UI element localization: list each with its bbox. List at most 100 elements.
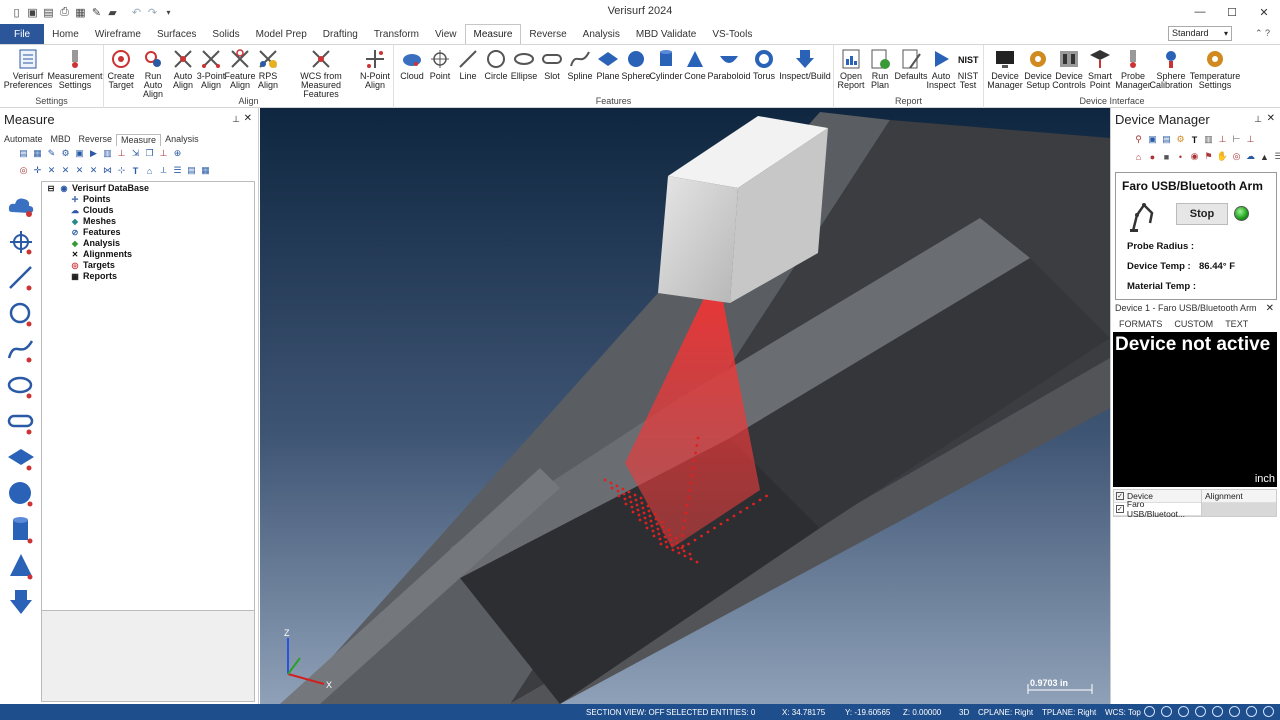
device-row-alignment[interactable] bbox=[1202, 502, 1276, 516]
target-icon[interactable]: ◎ bbox=[1231, 151, 1242, 162]
crosshair-icon[interactable]: ✛ bbox=[32, 165, 43, 176]
plane-tool[interactable] bbox=[4, 440, 38, 476]
temperature-settings-button[interactable]: Temperature Settings bbox=[1190, 48, 1240, 90]
probe-two-icon[interactable]: ⊥ bbox=[158, 148, 169, 159]
record-icon[interactable]: ● bbox=[1147, 151, 1158, 162]
n-point-align-button[interactable]: N-Point Align bbox=[358, 48, 392, 90]
folder-icon[interactable]: ▰ bbox=[106, 6, 119, 19]
run-plan-button[interactable]: Run Plan bbox=[866, 48, 894, 90]
defaults-button[interactable]: Defaults bbox=[894, 48, 928, 81]
align-icon[interactable]: ✕ bbox=[46, 165, 57, 176]
cylinder-tool[interactable] bbox=[4, 512, 38, 548]
section-view-status[interactable]: SECTION VIEW: OFF bbox=[586, 708, 665, 717]
new-file-icon[interactable]: ▯ bbox=[10, 6, 23, 19]
globe-icon[interactable] bbox=[1144, 706, 1155, 717]
wcs-from-measured-features-button[interactable]: WCS from Measured Features bbox=[286, 48, 356, 99]
tree-item-alignments[interactable]: ✕ Alignments bbox=[70, 249, 132, 259]
verisurf-preferences-button[interactable]: Verisurf Preferences bbox=[4, 48, 52, 90]
tab-view[interactable]: View bbox=[427, 24, 465, 44]
tree-item-meshes[interactable]: ◆ Meshes bbox=[70, 216, 116, 226]
circle-target-icon[interactable]: ◎ bbox=[18, 165, 29, 176]
close-icon[interactable]: ✕ bbox=[244, 113, 252, 124]
cloud-icon[interactable]: ☁ bbox=[1245, 151, 1256, 162]
run-auto-align-button[interactable]: Run Auto Align bbox=[136, 48, 170, 99]
tab-model-prep[interactable]: Model Prep bbox=[248, 24, 315, 44]
measurement-settings-button[interactable]: Measurement Settings bbox=[47, 48, 103, 90]
rps-align-button[interactable]: RPS Align bbox=[254, 48, 282, 90]
close-icon[interactable]: ✕ bbox=[1267, 113, 1275, 124]
line-tool[interactable] bbox=[4, 260, 38, 296]
tplane-status[interactable]: TPLANE: Right bbox=[1042, 708, 1096, 717]
stop-button[interactable]: Stop bbox=[1176, 203, 1228, 225]
target-icon[interactable]: ⊕ bbox=[172, 148, 183, 159]
create-target-button[interactable]: Create Target bbox=[106, 48, 136, 90]
list-icon[interactable]: ▤ bbox=[18, 148, 29, 159]
text-icon[interactable]: T bbox=[130, 165, 141, 176]
rps-icon[interactable]: ✕ bbox=[88, 165, 99, 176]
maximize-button[interactable]: ☐ bbox=[1216, 0, 1248, 24]
n-point-icon[interactable]: ⊹ bbox=[116, 165, 127, 176]
tree-item-targets[interactable]: ◎ Targets bbox=[70, 260, 115, 270]
align-points-icon[interactable]: ✕ bbox=[60, 165, 71, 176]
tab-custom[interactable]: CUSTOM bbox=[1174, 319, 1213, 329]
probe-icon[interactable]: ⊥ bbox=[116, 148, 127, 159]
torus-button[interactable]: Torus bbox=[750, 48, 778, 81]
feature-align-button[interactable]: Feature Align bbox=[224, 48, 256, 90]
edit-icon[interactable]: ✎ bbox=[90, 6, 103, 19]
circle-button[interactable]: Circle bbox=[482, 48, 510, 81]
tab-drafting[interactable]: Drafting bbox=[315, 24, 366, 44]
lighting-icon[interactable] bbox=[1246, 706, 1257, 717]
device-setup-button[interactable]: Device Setup bbox=[1024, 48, 1052, 90]
table-icon[interactable]: ▥ bbox=[1203, 134, 1214, 145]
tree-item-reports[interactable]: ▦ Reports bbox=[70, 271, 117, 281]
spline-tool[interactable] bbox=[4, 332, 38, 368]
tree-item-points[interactable]: ✛ Points bbox=[70, 194, 111, 204]
sheet-icon[interactable]: ▦ bbox=[200, 165, 211, 176]
slot-button[interactable]: Slot bbox=[538, 48, 566, 81]
minimize-button[interactable]: — bbox=[1184, 0, 1216, 24]
sphere-view-icon[interactable] bbox=[1229, 706, 1240, 717]
measure-icon[interactable]: ⊢ bbox=[1231, 134, 1242, 145]
spline-button[interactable]: Spline bbox=[566, 48, 594, 81]
probe-two-icon[interactable]: ⊥ bbox=[1245, 134, 1256, 145]
tab-reverse[interactable]: Reverse bbox=[521, 24, 574, 44]
text-icon[interactable]: T bbox=[1189, 134, 1200, 145]
help-icon[interactable]: ⌃ ? bbox=[1255, 28, 1270, 39]
redo-icon[interactable]: ↷ bbox=[146, 6, 159, 19]
cloud-tool[interactable] bbox=[4, 188, 38, 224]
tree-item-features[interactable]: ⊘ Features bbox=[70, 227, 121, 237]
customize-qat-icon[interactable]: ▾ bbox=[162, 6, 175, 19]
tree-item-analysis[interactable]: ◆ Analysis bbox=[70, 238, 120, 248]
print-preview-icon[interactable]: ▦ bbox=[74, 6, 87, 19]
flag-icon[interactable]: ⚑ bbox=[1203, 151, 1214, 162]
close-window-button[interactable]: ✕ bbox=[1248, 0, 1280, 24]
cplane-status[interactable]: CPLANE: Right bbox=[978, 708, 1033, 717]
close-icon[interactable]: ✕ bbox=[1266, 303, 1274, 314]
circle-icon[interactable]: ◉ bbox=[1189, 151, 1200, 162]
plane-button[interactable]: Plane bbox=[594, 48, 622, 81]
view-mode-status[interactable]: 3D bbox=[959, 708, 969, 717]
point-tool[interactable] bbox=[4, 224, 38, 260]
cylinder-button[interactable]: Cylinder bbox=[650, 48, 683, 81]
list-icon[interactable]: ▤ bbox=[1161, 134, 1172, 145]
ellipse-button[interactable]: Ellipse bbox=[510, 48, 538, 81]
tab-solids[interactable]: Solids bbox=[204, 24, 247, 44]
tab-measure[interactable]: Measure bbox=[464, 24, 522, 44]
cloud-button[interactable]: Cloud bbox=[398, 48, 426, 81]
dot-icon[interactable]: • bbox=[1175, 151, 1186, 162]
wireframe-icon[interactable] bbox=[1195, 706, 1206, 717]
copy-icon[interactable]: ❐ bbox=[144, 148, 155, 159]
ellipse-tool[interactable] bbox=[4, 368, 38, 404]
tab-home[interactable]: Home bbox=[44, 24, 87, 44]
settings-icon[interactable]: ⚙ bbox=[60, 148, 71, 159]
smart-point-button[interactable]: Smart Point bbox=[1086, 48, 1114, 90]
device-row-checkbox[interactable]: ✓ bbox=[1116, 505, 1124, 513]
pin-icon[interactable]: ⊥ bbox=[1254, 114, 1262, 125]
tab-analysis-panel[interactable]: Analysis bbox=[161, 134, 203, 146]
tab-text[interactable]: TEXT bbox=[1225, 319, 1248, 329]
tab-transform[interactable]: Transform bbox=[366, 24, 427, 44]
line-button[interactable]: Line bbox=[454, 48, 482, 81]
edit-icon[interactable]: ✎ bbox=[46, 148, 57, 159]
tab-surfaces[interactable]: Surfaces bbox=[149, 24, 204, 44]
point-button[interactable]: Point bbox=[426, 48, 454, 81]
